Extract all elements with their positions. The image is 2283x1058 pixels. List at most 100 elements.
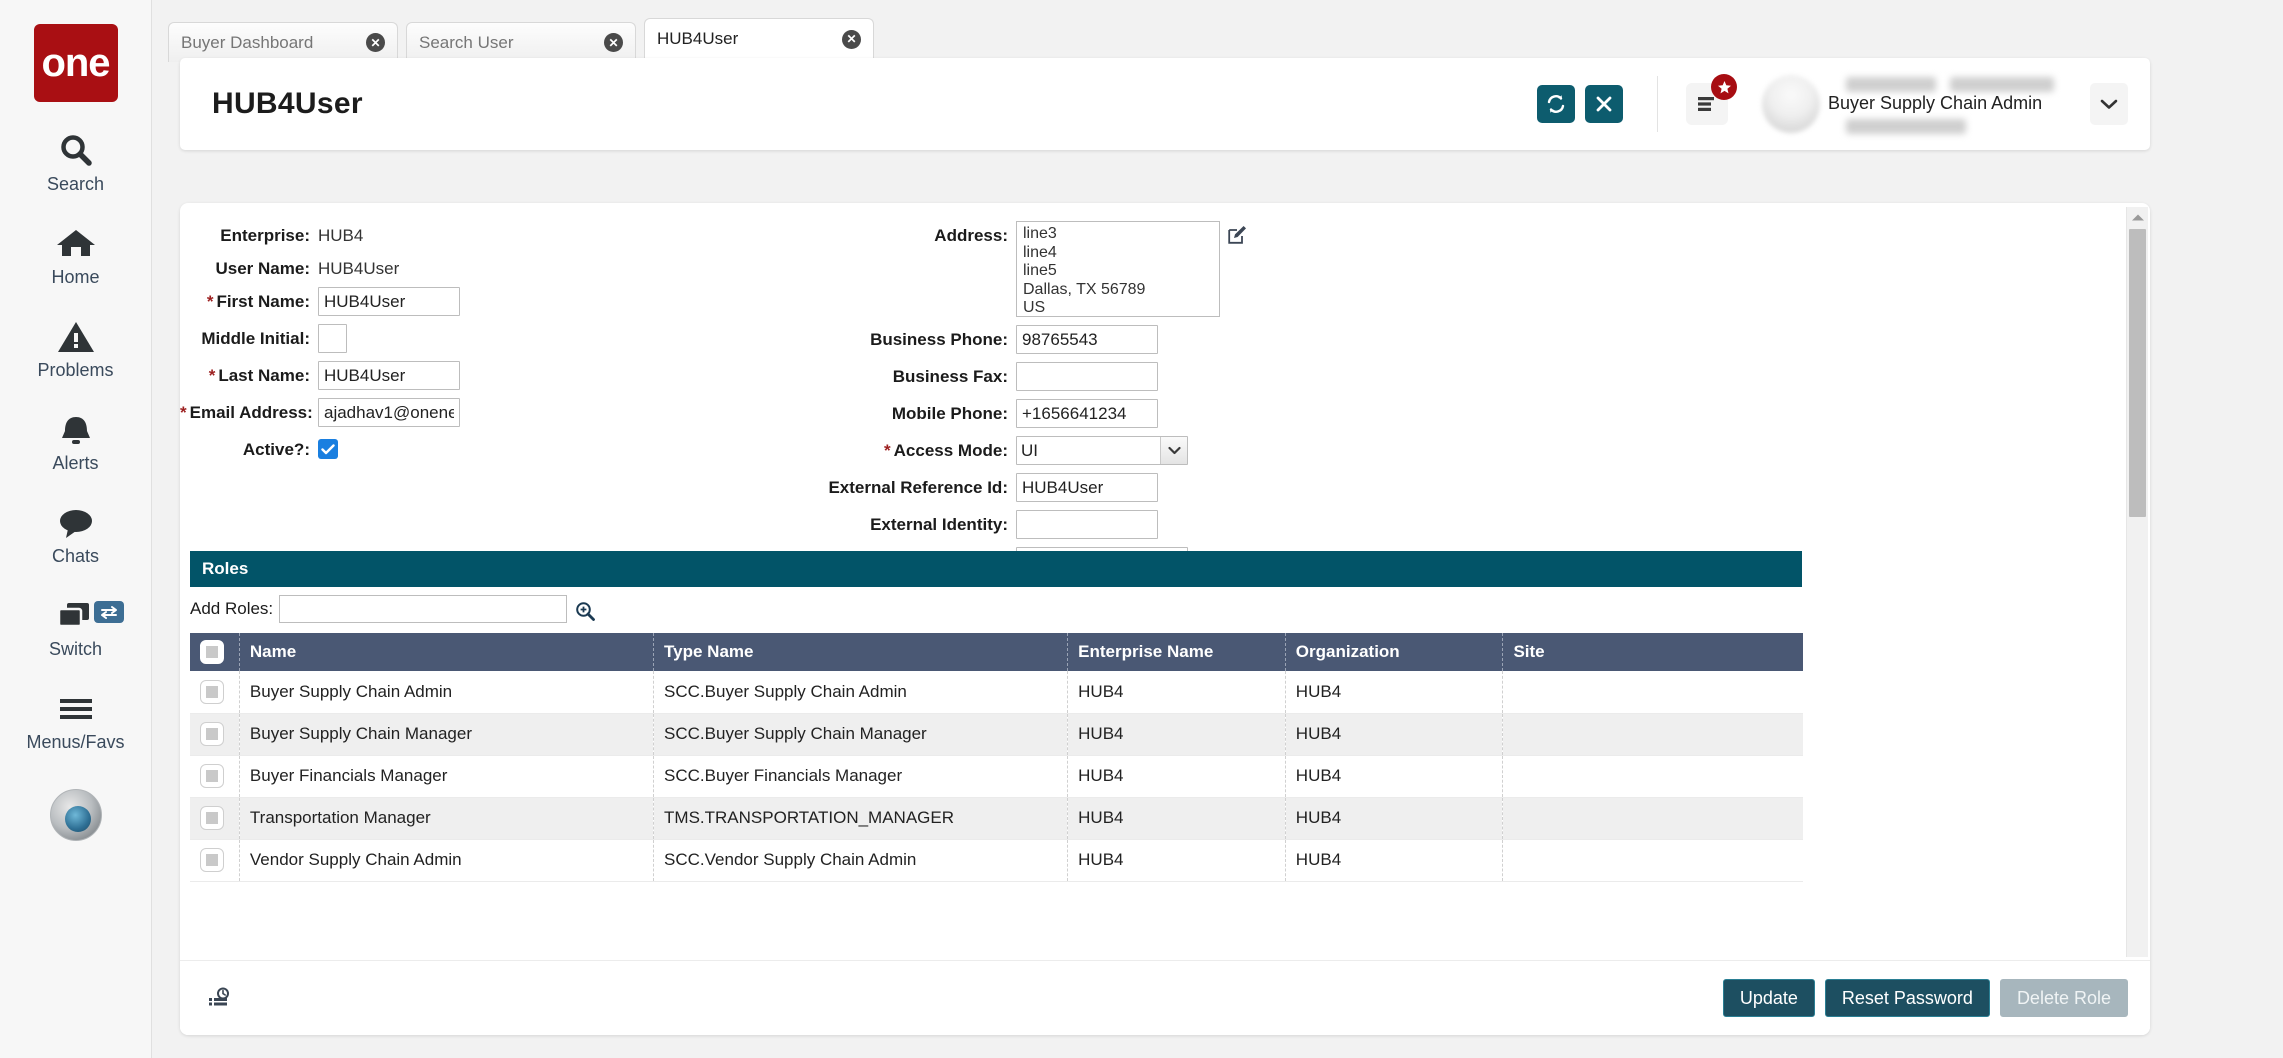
close-icon[interactable]: ✕ bbox=[842, 30, 861, 49]
user-profile[interactable]: Buyer Supply Chain Admin bbox=[1762, 71, 2140, 137]
required-marker: * bbox=[180, 403, 187, 422]
field-external-reference-id: External Reference Id: bbox=[780, 473, 1480, 502]
field-label: Middle Initial: bbox=[180, 324, 310, 349]
first-name-input[interactable] bbox=[318, 287, 460, 316]
table-row[interactable]: Vendor Supply Chain Admin SCC.Vendor Sup… bbox=[190, 839, 1803, 881]
required-marker: * bbox=[884, 441, 891, 460]
table-row[interactable]: Buyer Supply Chain Admin SCC.Buyer Suppl… bbox=[190, 671, 1803, 713]
row-checkbox[interactable] bbox=[200, 680, 224, 704]
business-fax-input[interactable] bbox=[1016, 362, 1158, 391]
table-row[interactable]: Buyer Financials Manager SCC.Buyer Finan… bbox=[190, 755, 1803, 797]
column-header-enterprise-name[interactable]: Enterprise Name bbox=[1068, 633, 1286, 671]
delete-role-button[interactable]: Delete Role bbox=[2000, 979, 2128, 1017]
table-row[interactable]: Transportation Manager TMS.TRANSPORTATIO… bbox=[190, 797, 1803, 839]
report-history-button[interactable] bbox=[208, 987, 234, 1009]
page-header: HUB4User bbox=[180, 58, 2150, 150]
field-enterprise: Enterprise: HUB4 bbox=[180, 221, 750, 246]
tab-search-user[interactable]: Search User ✕ bbox=[406, 22, 636, 62]
mobile-phone-input[interactable] bbox=[1016, 399, 1158, 428]
refresh-icon bbox=[1545, 93, 1567, 115]
sidebar-label-alerts: Alerts bbox=[52, 453, 98, 474]
row-checkbox[interactable] bbox=[200, 722, 224, 746]
report-clock-icon bbox=[208, 987, 234, 1009]
column-header-site[interactable]: Site bbox=[1503, 633, 1803, 671]
refresh-button[interactable] bbox=[1537, 85, 1575, 123]
sidebar-item-problems[interactable]: Problems bbox=[0, 316, 152, 381]
field-address: Address: line3 line4 line5 Dallas, TX 56… bbox=[780, 221, 1480, 317]
close-icon[interactable]: ✕ bbox=[366, 33, 385, 52]
user-menu-button[interactable] bbox=[2090, 83, 2128, 125]
row-checkbox[interactable] bbox=[200, 848, 224, 872]
row-select-cell bbox=[190, 755, 239, 797]
header-actions: Buyer Supply Chain Admin bbox=[1527, 71, 2150, 137]
vertical-scrollbar[interactable] bbox=[2126, 207, 2148, 957]
access-mode-select[interactable]: UI bbox=[1016, 436, 1188, 465]
business-phone-input[interactable] bbox=[1016, 325, 1158, 354]
external-identity-input[interactable] bbox=[1016, 510, 1158, 539]
update-button[interactable]: Update bbox=[1723, 979, 1815, 1017]
cell-type-name: SCC.Buyer Financials Manager bbox=[654, 755, 1068, 797]
one-network-logo: one bbox=[34, 24, 118, 102]
cell-name: Transportation Manager bbox=[239, 797, 653, 839]
tab-hub4user[interactable]: HUB4User ✕ bbox=[644, 18, 874, 62]
field-label: Address: bbox=[780, 221, 1008, 246]
middle-initial-input[interactable] bbox=[318, 324, 347, 353]
sidebar-item-switch[interactable]: Switch bbox=[0, 595, 152, 660]
footer-buttons: Update Reset Password Delete Role bbox=[1713, 979, 2128, 1017]
cell-site bbox=[1503, 671, 1803, 713]
field-label: External Reference Id: bbox=[780, 473, 1008, 498]
add-roles-input[interactable] bbox=[279, 595, 567, 623]
last-name-input[interactable] bbox=[318, 361, 460, 390]
field-label: Enterprise: bbox=[180, 221, 310, 246]
cell-enterprise-name: HUB4 bbox=[1068, 839, 1286, 881]
row-checkbox[interactable] bbox=[200, 764, 224, 788]
external-reference-id-input[interactable] bbox=[1016, 473, 1158, 502]
field-user-name: User Name: HUB4User bbox=[180, 254, 750, 279]
table-row[interactable]: Buyer Supply Chain Manager SCC.Buyer Sup… bbox=[190, 713, 1803, 755]
close-page-button[interactable] bbox=[1585, 85, 1623, 123]
field-first-name: *First Name: bbox=[180, 287, 750, 316]
cell-organization: HUB4 bbox=[1285, 839, 1503, 881]
column-header-type-name[interactable]: Type Name bbox=[654, 633, 1068, 671]
add-roles-search-button[interactable] bbox=[575, 597, 595, 621]
sidebar-item-menus-favs[interactable]: Menus/Favs bbox=[0, 688, 152, 753]
sidebar-label-problems: Problems bbox=[37, 360, 113, 381]
row-checkbox[interactable] bbox=[200, 806, 224, 830]
field-mobile-phone: Mobile Phone: bbox=[780, 399, 1480, 428]
tab-label: Buyer Dashboard bbox=[181, 33, 366, 53]
field-label: User Name: bbox=[180, 254, 310, 279]
menu-favorites-button[interactable] bbox=[1686, 83, 1728, 125]
address-line: US bbox=[1023, 299, 1213, 317]
select-all-checkbox[interactable] bbox=[200, 640, 224, 664]
required-marker: * bbox=[209, 366, 216, 385]
cell-enterprise-name: HUB4 bbox=[1068, 755, 1286, 797]
rail-avatar[interactable] bbox=[50, 789, 102, 841]
sidebar-item-home[interactable]: Home bbox=[0, 223, 152, 288]
active-checkbox[interactable] bbox=[318, 439, 338, 459]
reset-password-button[interactable]: Reset Password bbox=[1825, 979, 1990, 1017]
cell-type-name: TMS.TRANSPORTATION_MANAGER bbox=[654, 797, 1068, 839]
star-icon bbox=[1717, 80, 1732, 95]
logo-text: one bbox=[41, 41, 109, 86]
tab-buyer-dashboard[interactable]: Buyer Dashboard ✕ bbox=[168, 22, 398, 62]
field-label: Business Fax: bbox=[780, 362, 1008, 387]
scroll-up-arrow[interactable] bbox=[2127, 207, 2148, 227]
scrollbar-thumb[interactable] bbox=[2129, 229, 2146, 517]
form-right-column: Address: line3 line4 line5 Dallas, TX 56… bbox=[780, 221, 1480, 584]
tab-label: Search User bbox=[419, 33, 604, 53]
application-window: one Search Home Problems Alerts bbox=[0, 0, 2283, 1058]
sidebar-item-chats[interactable]: Chats bbox=[0, 502, 152, 567]
column-header-organization[interactable]: Organization bbox=[1285, 633, 1503, 671]
sidebar-item-search[interactable]: Search bbox=[0, 130, 152, 195]
cell-site bbox=[1503, 755, 1803, 797]
user-role-label: Buyer Supply Chain Admin bbox=[1828, 93, 2042, 114]
column-header-name[interactable]: Name bbox=[239, 633, 653, 671]
close-icon[interactable]: ✕ bbox=[604, 33, 623, 52]
cell-name: Buyer Financials Manager bbox=[239, 755, 653, 797]
sidebar-item-alerts[interactable]: Alerts bbox=[0, 409, 152, 474]
switch-toggle-badge[interactable] bbox=[94, 601, 124, 623]
edit-address-button[interactable] bbox=[1228, 221, 1247, 244]
email-address-input[interactable] bbox=[318, 398, 460, 427]
menu-favorites-icon bbox=[1696, 94, 1718, 114]
cell-site bbox=[1503, 713, 1803, 755]
